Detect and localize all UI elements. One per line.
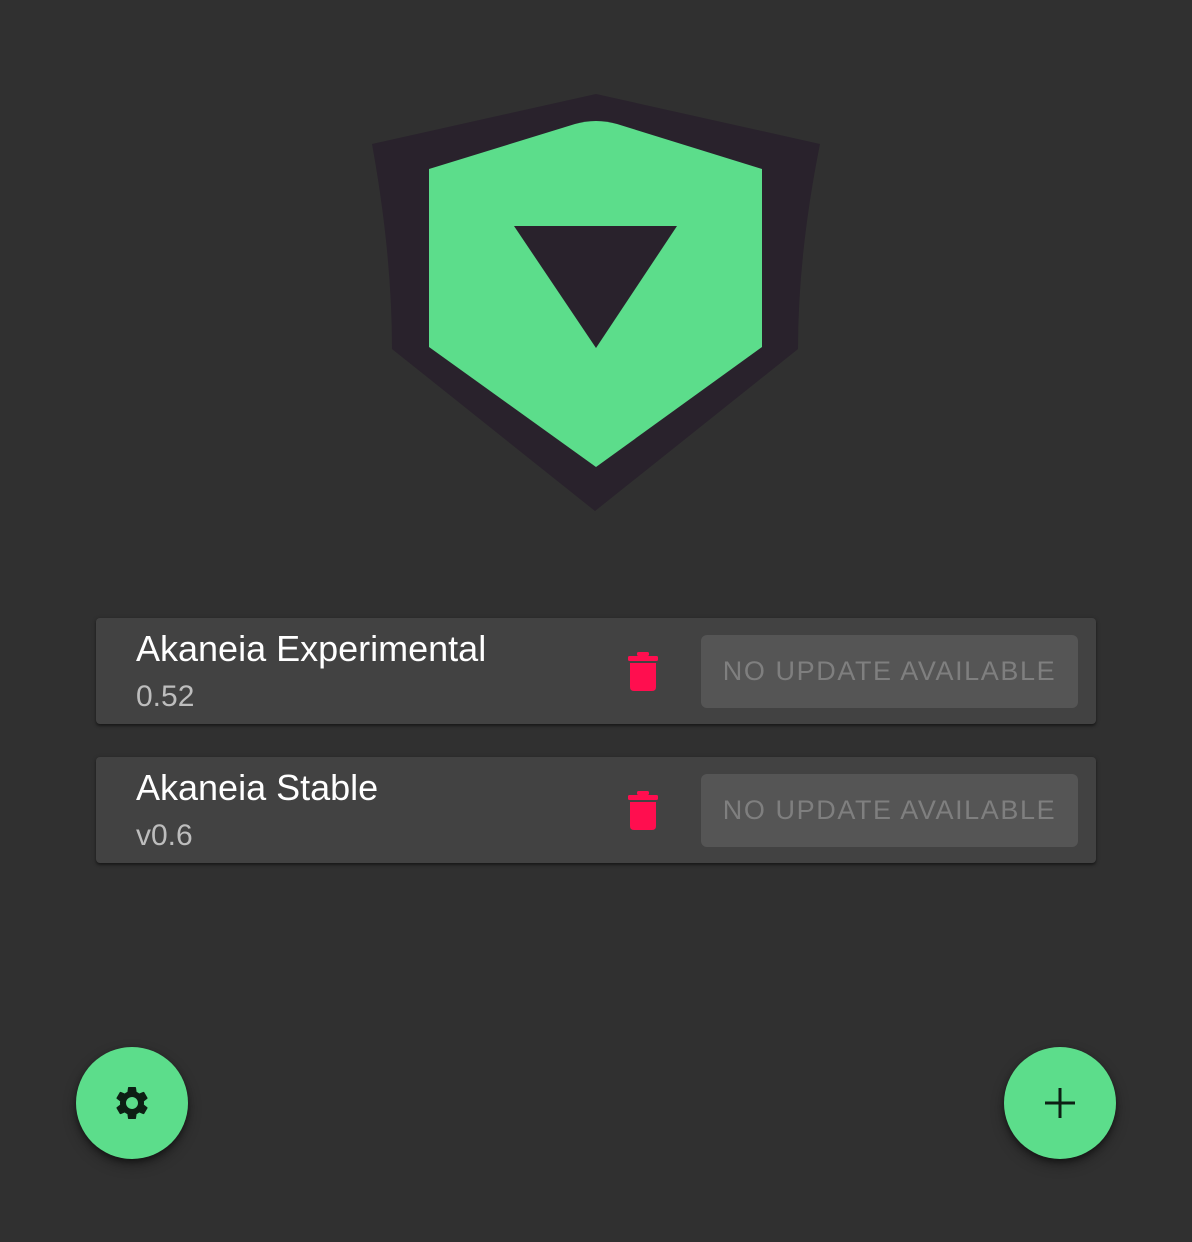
delete-button[interactable] <box>614 785 672 837</box>
gear-icon <box>116 1087 148 1119</box>
update-button[interactable]: NO UPDATE AVAILABLE <box>701 774 1078 847</box>
add-game-button[interactable] <box>1004 1047 1116 1159</box>
shield-logo-icon <box>370 94 822 514</box>
game-list: Akaneia Experimental 0.52 NO UPDATE AVAI… <box>96 618 1096 896</box>
game-version: 0.52 <box>136 680 195 713</box>
game-version: v0.6 <box>136 819 193 852</box>
game-card: Akaneia Stable v0.6 NO UPDATE AVAILABLE <box>96 757 1096 863</box>
launcher-window: Akaneia Experimental 0.52 NO UPDATE AVAI… <box>0 0 1192 1242</box>
plus-icon <box>1045 1088 1075 1118</box>
update-button[interactable]: NO UPDATE AVAILABLE <box>701 635 1078 708</box>
game-title: Akaneia Experimental <box>136 628 487 669</box>
game-title: Akaneia Stable <box>136 767 379 808</box>
delete-button[interactable] <box>614 646 672 698</box>
settings-button[interactable] <box>76 1047 188 1159</box>
game-card: Akaneia Experimental 0.52 NO UPDATE AVAI… <box>96 618 1096 724</box>
trash-icon <box>628 791 658 830</box>
trash-icon <box>628 652 658 691</box>
